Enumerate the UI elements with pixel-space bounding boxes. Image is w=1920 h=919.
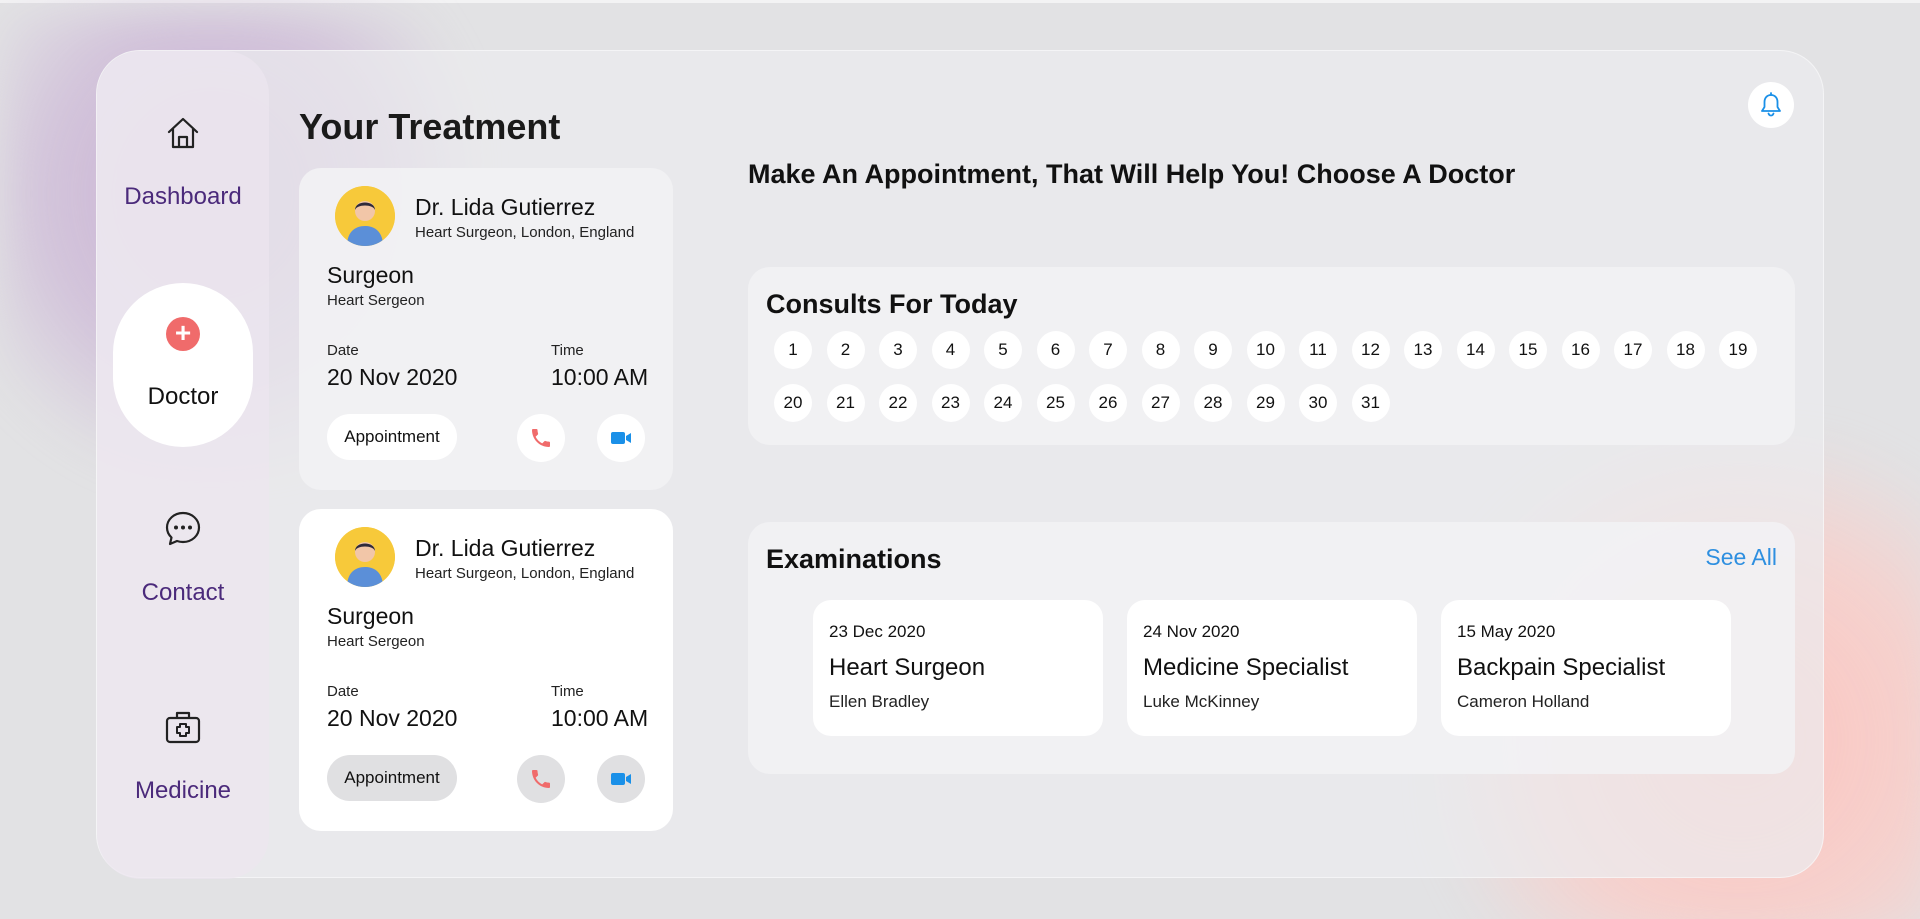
sidebar-item-dashboard[interactable]: Dashboard [97, 113, 269, 211]
day-button[interactable]: 15 [1509, 331, 1547, 369]
day-button[interactable]: 22 [879, 384, 917, 422]
exam-date: 15 May 2020 [1457, 622, 1556, 641]
treatment-role-sub: Heart Sergeon [327, 633, 425, 650]
doctor-name: Dr. Lida Gutierrez [415, 535, 596, 561]
day-button[interactable]: 28 [1194, 384, 1232, 422]
video-camera-icon [611, 773, 631, 785]
sidebar-item-contact[interactable]: Contact [97, 509, 269, 607]
doctor-name: Dr. Lida Gutierrez [415, 194, 596, 220]
treatment-role: Surgeon [327, 603, 414, 629]
home-icon [167, 117, 199, 149]
day-button[interactable]: 4 [931, 331, 970, 369]
day-button[interactable]: 20 [774, 384, 812, 422]
exam-title: Medicine Specialist [1143, 654, 1349, 681]
chat-icon [165, 511, 201, 546]
time-label: Time [551, 342, 584, 359]
day-button[interactable]: 16 [1561, 331, 1600, 369]
page-title: Your Treatment [299, 106, 561, 147]
phone-icon [532, 770, 550, 788]
exam-card[interactable]: 24 Nov 2020 Medicine Specialist Luke McK… [1127, 600, 1417, 736]
date-label: Date [327, 683, 359, 700]
day-button[interactable]: 10 [1246, 331, 1285, 369]
examinations-title: Examinations [766, 544, 942, 574]
avatar [335, 186, 395, 246]
day-button[interactable]: 23 [931, 384, 970, 422]
day-button[interactable]: 14 [1456, 331, 1495, 369]
exam-title: Backpain Specialist [1457, 654, 1666, 681]
exam-date: 23 Dec 2020 [829, 622, 926, 641]
day-button[interactable]: 24 [984, 384, 1022, 422]
day-button[interactable]: 29 [1246, 384, 1285, 422]
app-panel: Dashboard + Doctor Contact Medicine Your… [96, 50, 1824, 879]
day-button[interactable]: 30 [1299, 384, 1337, 422]
day-button[interactable]: 26 [1089, 384, 1127, 422]
consults-panel: Consults For Today 1 2 3 4 5 6 7 8 9 10 11 12 13 14 15… [748, 267, 1795, 445]
bell-icon [1761, 92, 1781, 117]
doctor-subtitle: Heart Surgeon, London, England [415, 565, 635, 582]
day-button[interactable]: 18 [1666, 331, 1705, 369]
exam-person: Cameron Holland [1457, 692, 1590, 711]
day-button[interactable]: 6 [1036, 331, 1075, 369]
avatar [335, 527, 395, 587]
day-button[interactable]: 21 [826, 384, 865, 422]
time-label: Time [551, 683, 584, 700]
exam-person: Ellen Bradley [829, 692, 930, 711]
sidebar: Dashboard + Doctor Contact Medicine [97, 51, 269, 879]
day-button[interactable]: 25 [1036, 384, 1075, 422]
time-value: 10:00 AM [551, 705, 649, 731]
exam-card[interactable]: 15 May 2020 Backpain Specialist Cameron … [1441, 600, 1731, 736]
examinations-panel: Examinations See All 23 Dec 2020 Heart S… [748, 522, 1795, 774]
sidebar-item-doctor[interactable]: + Doctor [113, 283, 253, 447]
day-button[interactable]: 19 [1719, 331, 1757, 369]
day-button[interactable]: 1 [774, 331, 812, 369]
see-all-link[interactable]: See All [1705, 544, 1777, 571]
doctor-subtitle: Heart Surgeon, London, England [415, 224, 635, 241]
notification-button[interactable] [1748, 82, 1794, 128]
treatment-card: Dr. Lida Gutierrez Heart Surgeon, London… [299, 509, 673, 831]
plus-circle-icon: + [166, 317, 200, 351]
day-button[interactable]: 13 [1404, 331, 1442, 369]
consults-title: Consults For Today [766, 289, 1018, 319]
exam-card[interactable]: 23 Dec 2020 Heart Surgeon Ellen Bradley [813, 600, 1103, 736]
call-button[interactable] [517, 414, 565, 462]
top-border [0, 0, 1920, 3]
date-label: Date [327, 342, 359, 359]
day-button[interactable]: 12 [1351, 331, 1390, 369]
video-call-button[interactable] [597, 755, 645, 803]
call-button[interactable] [517, 755, 565, 803]
time-value: 10:00 AM [551, 364, 649, 390]
date-value: 20 Nov 2020 [327, 364, 458, 390]
medical-kit-icon [165, 711, 201, 744]
treatment-role: Surgeon [327, 262, 414, 288]
day-button[interactable]: 27 [1141, 384, 1180, 422]
sidebar-item-label: Dashboard [124, 183, 242, 210]
sidebar-item-label: Doctor [147, 383, 219, 410]
day-button[interactable]: 2 [826, 331, 865, 369]
exam-title: Heart Surgeon [829, 654, 986, 681]
day-button[interactable]: 8 [1141, 331, 1180, 369]
day-button[interactable]: 9 [1194, 331, 1232, 369]
sidebar-item-label: Medicine [134, 777, 232, 804]
day-button[interactable]: 17 [1614, 331, 1652, 369]
treatment-role-sub: Heart Sergeon [327, 292, 425, 309]
day-button[interactable]: 11 [1299, 331, 1337, 369]
sidebar-item-label: Contact [141, 579, 225, 606]
appointment-button[interactable]: Appointment [327, 755, 457, 801]
day-button[interactable]: 31 [1351, 384, 1390, 422]
exam-person: Luke McKinney [1143, 692, 1260, 711]
video-call-button[interactable] [597, 414, 645, 462]
day-button[interactable]: 5 [984, 331, 1022, 369]
appointment-button[interactable]: Appointment [327, 414, 457, 460]
treatment-card: Dr. Lida Gutierrez Heart Surgeon, London… [299, 168, 673, 490]
appointment-headline: Make An Appointment, That Will Help You!… [748, 159, 1516, 189]
sidebar-item-medicine[interactable]: Medicine [97, 707, 269, 805]
date-value: 20 Nov 2020 [327, 705, 458, 731]
phone-icon [532, 429, 550, 447]
day-button[interactable]: 7 [1089, 331, 1127, 369]
day-button[interactable]: 3 [879, 331, 917, 369]
video-camera-icon [611, 432, 631, 444]
exam-date: 24 Nov 2020 [1143, 622, 1240, 641]
